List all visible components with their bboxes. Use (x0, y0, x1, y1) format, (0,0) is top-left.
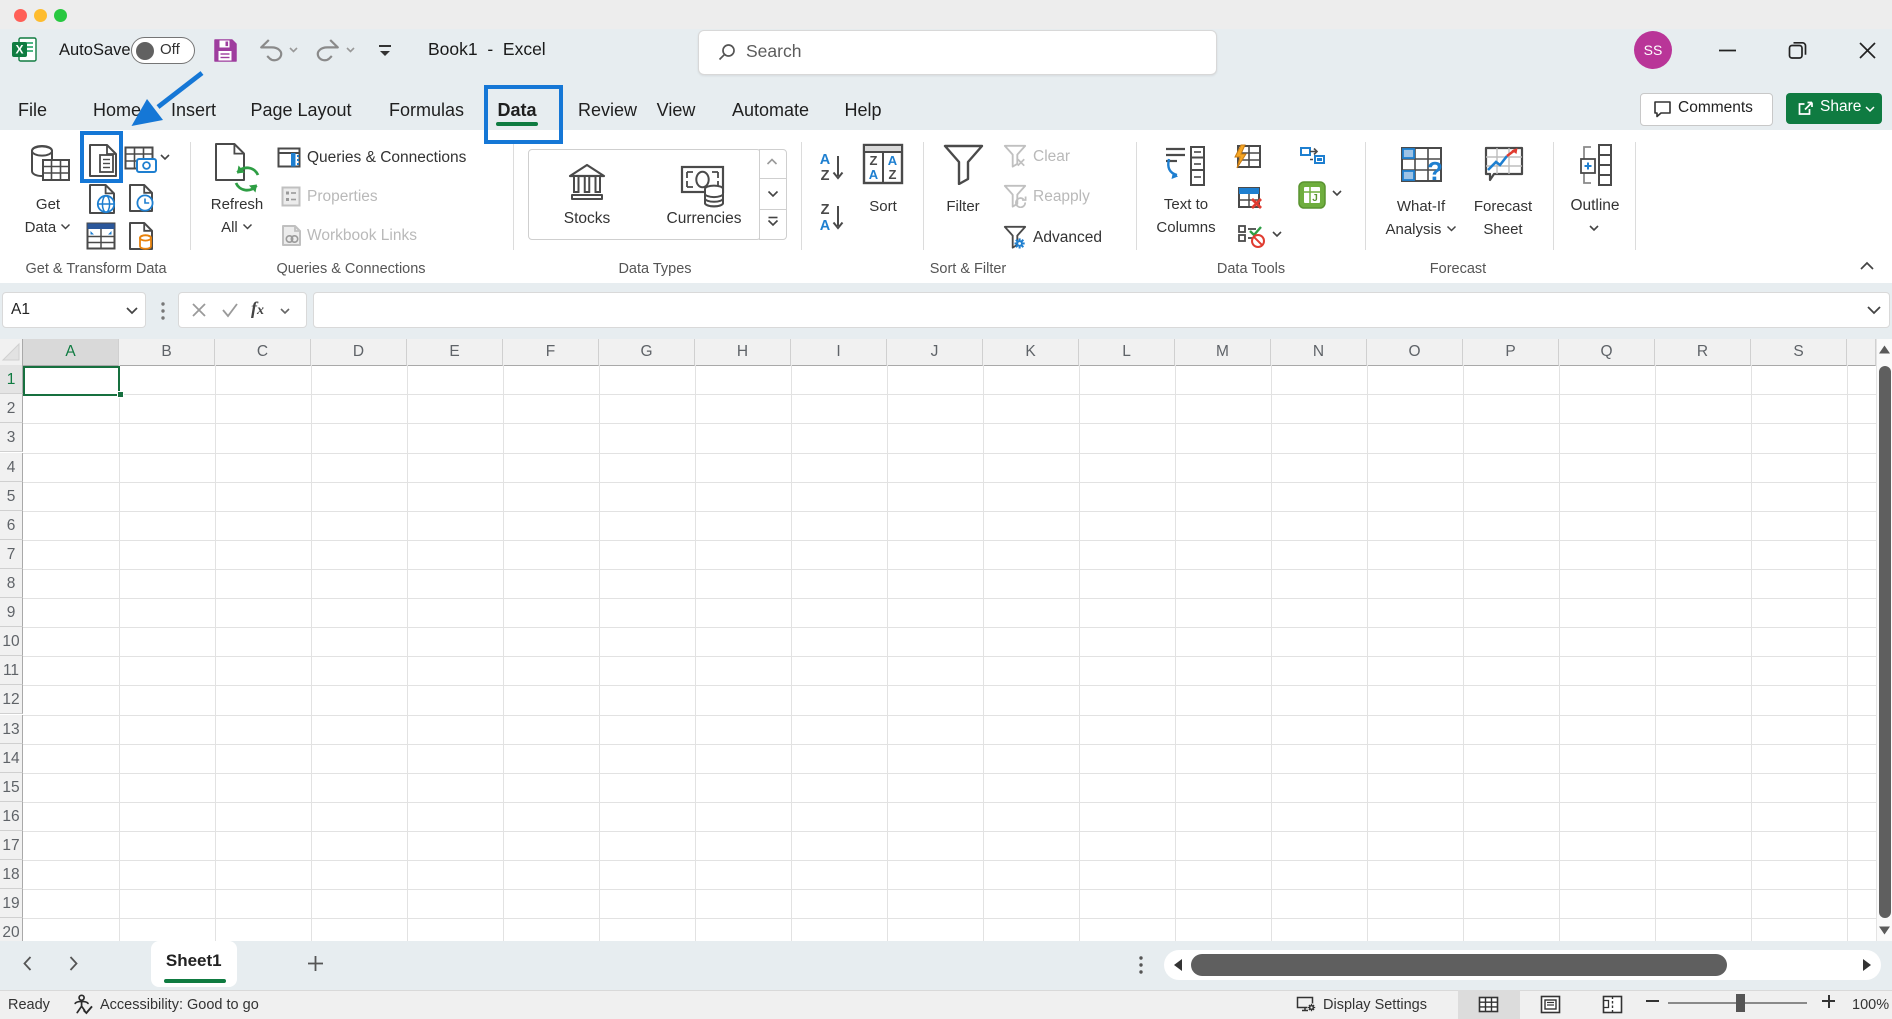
svg-text:A: A (820, 152, 831, 168)
svg-text:?: ? (1427, 156, 1443, 186)
svg-text:A: A (820, 218, 831, 232)
svg-text:Z: Z (821, 202, 830, 218)
svg-text:A: A (869, 167, 879, 182)
svg-text:Z: Z (889, 167, 897, 182)
svg-text:J: J (1312, 193, 1318, 204)
svg-text:A: A (888, 153, 898, 168)
svg-text:Z: Z (870, 153, 878, 168)
svg-text:Z: Z (821, 168, 830, 182)
svg-text:X: X (15, 43, 23, 57)
